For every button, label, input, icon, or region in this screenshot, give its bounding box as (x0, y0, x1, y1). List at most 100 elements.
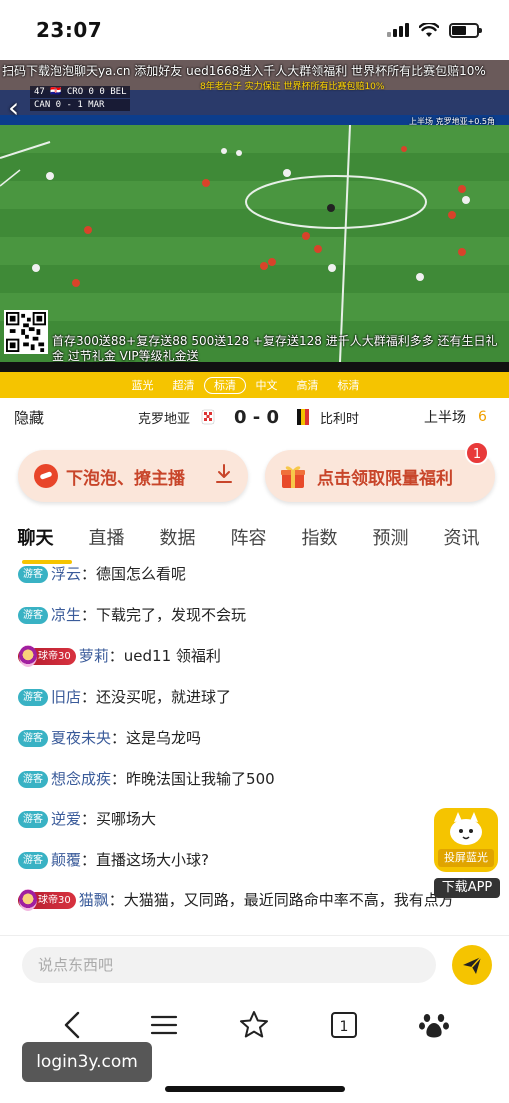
chat-text: 这是乌龙吗 (126, 729, 202, 747)
battery-icon (449, 22, 482, 38)
match-period: 上半场 (424, 410, 466, 426)
chat-username[interactable]: 夏夜未央 (51, 729, 111, 747)
chat-username[interactable]: 旧店 (51, 688, 81, 706)
vip-role-badge: 球帝30 (18, 645, 76, 667)
send-button[interactable] (452, 945, 492, 985)
watermark-label: login3y.com (22, 1042, 152, 1082)
video-ad-text: 首存300送88+复存送88 500送128 +复存送128 进千人大群福利多多… (52, 334, 498, 363)
tab-chat[interactable]: 聊天 (0, 520, 71, 558)
tab-prediction[interactable]: 预测 (355, 520, 426, 558)
chat-message: 游客 想念成疾：昨晚法国让我输了500 (18, 768, 488, 790)
chat-input[interactable] (22, 947, 436, 983)
status-bar: 23:07 (0, 0, 509, 60)
qr-code-icon (4, 310, 48, 354)
quality-option[interactable]: 中文 (246, 377, 287, 393)
tabs-count-icon[interactable]: 1 (326, 1007, 362, 1043)
status-icons (387, 22, 482, 38)
home-indicator[interactable] (165, 1086, 345, 1092)
role-badge: 游客 (18, 730, 48, 747)
chat-message: 游客 颠覆：直播这场大小球? (18, 849, 488, 871)
gift-box-icon (281, 466, 305, 488)
chat-message: 球帝30 猫飘：大猫猫，又同路，最近同路命中率不高，我有点方 (18, 889, 458, 911)
download-app-button[interactable]: 下载APP (434, 878, 500, 898)
quality-option-selected[interactable]: 标清 (204, 376, 246, 394)
tab-bar: 聊天 直播 数据 阵容 指数 预测 资讯 (0, 520, 509, 558)
role-badge: 游客 (18, 771, 48, 788)
chat-username[interactable]: 猫飘 (79, 891, 109, 909)
quality-option[interactable]: 超清 (163, 377, 204, 393)
role-badge: 游客 (18, 811, 48, 828)
chat-message: 游客 浮云：德国怎么看呢 (18, 563, 488, 585)
belgium-flag-icon (297, 409, 309, 425)
back-arrow-icon[interactable]: ‹ (8, 94, 19, 122)
chat-text: 买哪场大 (96, 810, 157, 828)
croatia-flag-icon (201, 409, 215, 425)
chat-text: 直播这场大小球? (96, 851, 209, 869)
cast-app-label: 投屏蓝光 (438, 849, 494, 867)
video-marquee-text: 扫码下载泡泡聊天ya.cn 添加好友 ued1668进入千人大群领福利 世界杯所… (2, 64, 486, 78)
role-badge: 游客 (18, 607, 48, 624)
chat-username[interactable]: 萝莉 (79, 647, 109, 665)
away-team-name: 比利时 (320, 411, 360, 427)
chat-message: 游客 凉生：下载完了，发现不会玩 (18, 604, 488, 626)
quality-option[interactable]: 标清 (328, 377, 369, 393)
claim-bonus-promo-button[interactable]: 点击领取限量福利 (265, 450, 495, 502)
chat-message: 游客 夏夜未央：这是乌龙吗 (18, 727, 488, 749)
video-overlay-text: 8年老台子 实力保证 世界杯所有比赛包赔10% (200, 82, 385, 92)
video-scorebug: 47 🇭🇷 CRO 0 0 BEL CAN 0 - 1 MAR (30, 86, 131, 112)
tab-data[interactable]: 数据 (142, 520, 213, 558)
hide-button[interactable]: 隐藏 (14, 407, 44, 428)
video-overlay-odds: 上半场 克罗地亚+0.5角 (409, 117, 495, 126)
send-icon (463, 956, 482, 974)
chat-username[interactable]: 颠覆 (51, 851, 81, 869)
chat-input-area (0, 935, 509, 995)
back-icon[interactable] (56, 1007, 92, 1043)
download-app-promo-button[interactable]: 下泡泡、撩主播 (18, 450, 248, 502)
chat-text: 大猫猫，又同路，最近同路命中率不高，我有点方 (123, 891, 454, 909)
video-player[interactable]: ‹ 扫码下载泡泡聊天ya.cn 添加好友 ued1668进入千人大群领福利 世界… (0, 60, 509, 372)
chat-username[interactable]: 想念成疾 (51, 770, 111, 788)
chat-message: 游客 旧店：还没买呢，就进球了 (18, 686, 488, 708)
mascot-icon (450, 812, 482, 845)
tab-odds[interactable]: 指数 (284, 520, 355, 558)
cellular-signal-icon (387, 23, 409, 37)
chat-text: 昨晚法国让我输了500 (126, 770, 275, 788)
page: 23:07 ‹ 扫码下载泡泡聊天ya.cn 添加好友 ued1668进入千人大群… (0, 0, 509, 1103)
chat-username[interactable]: 浮云 (51, 565, 81, 583)
match-info: 隐藏 克罗地亚 0 - 0 比利时 上半场 6 (0, 398, 509, 436)
chat-text: 德国怎么看呢 (96, 565, 187, 583)
download-icon (216, 464, 232, 483)
menu-icon[interactable] (146, 1007, 182, 1043)
quality-selector: 蓝光 超清 标清 中文 高清 标清 (0, 372, 509, 398)
role-badge: 游客 (18, 566, 48, 583)
chat-message: 游客 逆爱：买哪场大 (18, 808, 488, 830)
scorebug-line: CAN 0 - 1 MAR (30, 99, 131, 111)
bookmark-star-icon[interactable] (236, 1007, 272, 1043)
baidu-paw-icon[interactable] (416, 1007, 452, 1043)
notification-badge: 1 (465, 441, 489, 465)
role-badge: 游客 (18, 852, 48, 869)
chat-text: 还没买呢，就进球了 (96, 688, 232, 706)
match-minute: 6 (478, 409, 487, 425)
tab-live[interactable]: 直播 (71, 520, 142, 558)
tab-lineup[interactable]: 阵容 (213, 520, 284, 558)
quality-option[interactable]: 高清 (287, 377, 328, 393)
chat-text: 下载完了，发现不会玩 (96, 606, 247, 624)
chat-text: ued11 领福利 (123, 647, 221, 665)
chat-list[interactable]: 游客 浮云：德国怎么看呢 游客 凉生：下载完了，发现不会玩 球帝30 萝莉：ued11… (0, 562, 509, 932)
match-score: 0 - 0 (234, 406, 280, 428)
chili-icon (34, 464, 58, 488)
tab-news[interactable]: 资讯 (426, 520, 497, 558)
chat-message: 球帝30 萝莉：ued11 领福利 (18, 645, 488, 667)
quality-option[interactable]: 蓝光 (122, 377, 163, 393)
wifi-icon (419, 22, 439, 37)
home-team-name: 克罗地亚 (138, 411, 191, 427)
chat-username[interactable]: 逆爱 (51, 810, 81, 828)
svg-text:1: 1 (340, 1019, 349, 1035)
vip-role-badge: 球帝30 (18, 889, 76, 911)
chat-username[interactable]: 凉生 (51, 606, 81, 624)
status-time: 23:07 (36, 18, 103, 42)
role-badge: 游客 (18, 689, 48, 706)
scorebug-line: 47 🇭🇷 CRO 0 0 BEL (30, 86, 131, 98)
promo-left-label: 下泡泡、撩主播 (66, 468, 185, 489)
